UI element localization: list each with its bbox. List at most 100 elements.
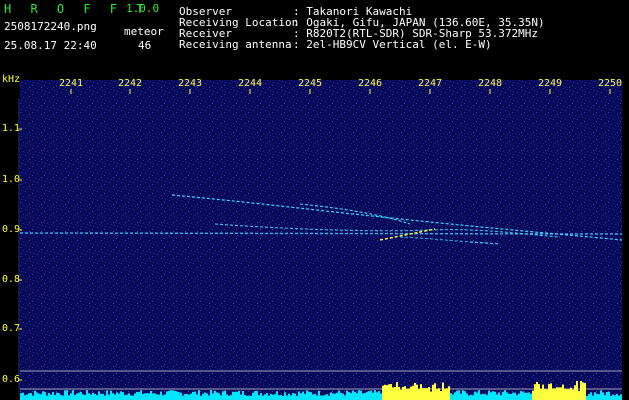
level-bar <box>186 393 188 400</box>
level-bar <box>316 395 318 400</box>
level-bar <box>80 391 82 400</box>
level-bar <box>454 392 456 400</box>
level-bar <box>450 393 452 400</box>
level-bar <box>324 394 326 400</box>
level-bar <box>132 395 134 400</box>
level-bar <box>498 392 500 400</box>
level-bar <box>490 392 492 400</box>
level-bar <box>600 390 602 400</box>
level-bar <box>472 395 474 400</box>
level-bar <box>520 391 522 400</box>
level-bar <box>148 393 150 400</box>
level-bar <box>46 395 48 400</box>
app-version: 1.0.0 <box>126 2 160 15</box>
level-bar <box>164 394 166 400</box>
level-bar <box>406 388 408 400</box>
level-bar <box>588 394 590 400</box>
level-bar <box>340 392 342 400</box>
level-bar <box>442 382 444 400</box>
level-bar <box>166 391 168 400</box>
level-bar <box>466 393 468 400</box>
level-bar <box>458 390 460 400</box>
level-bar <box>460 393 462 400</box>
level-bar <box>542 384 544 400</box>
level-bar <box>228 395 230 400</box>
level-bar <box>416 384 418 400</box>
level-bar <box>560 387 562 400</box>
level-bar <box>52 391 54 400</box>
level-bar <box>230 395 232 400</box>
level-bar <box>286 395 288 400</box>
level-bar <box>538 384 540 400</box>
level-bar <box>250 395 252 400</box>
level-bar <box>506 392 508 400</box>
level-bar <box>570 387 572 400</box>
level-bar <box>72 390 74 400</box>
level-bar <box>296 395 298 400</box>
level-bar <box>260 393 262 400</box>
time-tick-label: 2241 <box>59 78 84 89</box>
level-bar <box>78 392 80 400</box>
level-bar <box>364 393 366 400</box>
level-bar <box>396 382 398 400</box>
level-bar <box>248 395 250 400</box>
level-bar <box>234 391 236 400</box>
level-bar <box>452 394 454 400</box>
level-bar <box>246 395 248 400</box>
level-bar <box>312 394 314 400</box>
level-bar <box>360 390 362 400</box>
level-bar <box>476 392 478 400</box>
level-bar <box>106 390 108 400</box>
level-bar <box>236 392 238 400</box>
level-bar <box>606 391 608 400</box>
level-bar <box>292 393 294 400</box>
level-bar <box>290 395 292 400</box>
level-bar <box>482 393 484 400</box>
freq-tick-label: 1.0 <box>2 174 21 185</box>
level-bar <box>112 393 114 400</box>
level-bar <box>462 390 464 400</box>
level-bar <box>516 395 518 400</box>
level-bar <box>620 394 622 400</box>
level-bar <box>190 393 192 400</box>
level-bar <box>582 382 584 400</box>
level-bar <box>432 384 434 400</box>
level-bar <box>118 393 120 400</box>
level-bar <box>426 388 428 400</box>
meteor-count: 46 <box>138 39 152 52</box>
level-bar <box>20 393 22 400</box>
level-bar <box>258 395 260 400</box>
level-bar <box>398 387 400 400</box>
level-bar <box>420 384 422 400</box>
level-bar <box>566 389 568 400</box>
level-bar <box>232 391 234 400</box>
level-bar <box>238 390 240 400</box>
level-bar <box>136 391 138 400</box>
time-tick-label: 2246 <box>358 78 383 89</box>
level-bar <box>224 390 226 400</box>
level-bar <box>610 395 612 400</box>
level-bar <box>28 393 30 400</box>
level-bar <box>434 383 436 400</box>
level-bar <box>192 391 194 400</box>
level-bar <box>356 393 358 400</box>
level-bar <box>100 393 102 400</box>
level-bar <box>214 390 216 400</box>
level-bar <box>134 393 136 400</box>
time-tick-label: 2247 <box>418 78 443 89</box>
level-bar <box>444 388 446 400</box>
level-bar <box>110 390 112 400</box>
level-bar <box>76 393 78 400</box>
level-bar <box>180 392 182 400</box>
level-bar <box>294 393 296 400</box>
level-bar <box>90 394 92 400</box>
level-bar <box>554 388 556 400</box>
level-bar <box>522 391 524 400</box>
level-bar <box>146 393 148 400</box>
level-bar <box>504 390 506 400</box>
level-bar <box>596 393 598 400</box>
level-bar <box>448 386 450 400</box>
level-bar <box>40 394 42 400</box>
level-bar <box>328 395 330 400</box>
level-bar <box>518 393 520 400</box>
